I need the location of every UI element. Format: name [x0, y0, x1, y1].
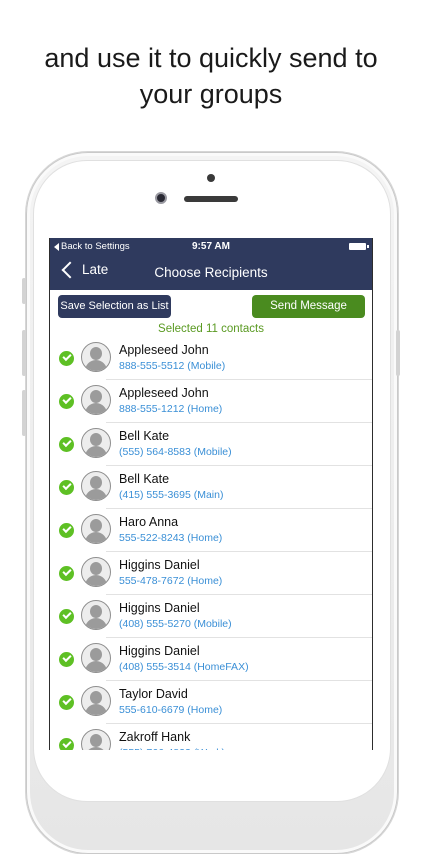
- person-head-icon: [90, 476, 102, 489]
- contact-phone: 888-555-1212 (Home): [119, 403, 223, 415]
- person-body-icon: [85, 704, 107, 715]
- checkmark-icon[interactable]: [59, 609, 74, 624]
- contact-row[interactable]: Appleseed John 888-555-1212 (Home): [50, 380, 372, 423]
- navigation-bar: Back to Settings 9:57 AM Late Choose Rec…: [50, 238, 372, 290]
- contact-phone: (415) 555-3695 (Main): [119, 489, 224, 501]
- checkmark-icon[interactable]: [59, 437, 74, 452]
- avatar: [81, 514, 111, 544]
- avatar: [81, 643, 111, 673]
- contact-phone: 555-478-7672 (Home): [119, 575, 223, 587]
- contact-row[interactable]: Taylor David 555-610-6679 (Home): [50, 681, 372, 724]
- avatar: [81, 428, 111, 458]
- contact-row[interactable]: Higgins Daniel (408) 555-3514 (HomeFAX): [50, 638, 372, 681]
- selected-count-label: Selected 11 contacts: [158, 323, 264, 335]
- contact-row[interactable]: Bell Kate (555) 564-8583 (Mobile): [50, 423, 372, 466]
- checkmark-icon[interactable]: [59, 695, 74, 710]
- contact-row[interactable]: Zakroff Hank(555) 766-4823 (Work): [50, 724, 372, 750]
- contact-name: Appleseed John: [119, 386, 209, 400]
- person-body-icon: [85, 661, 107, 672]
- person-body-icon: [85, 618, 107, 629]
- contact-phone: (408) 555-5270 (Mobile): [119, 618, 232, 630]
- avatar: [81, 385, 111, 415]
- marketing-caption: and use it to quickly send to your group…: [0, 40, 422, 112]
- contact-row[interactable]: Appleseed John 888-555-5512 (Mobile): [50, 337, 372, 380]
- contact-row[interactable]: Bell Kate (415) 555-3695 (Main): [50, 466, 372, 509]
- contact-phone: (408) 555-3514 (HomeFAX): [119, 661, 249, 673]
- contact-phone: 888-555-5512 (Mobile): [119, 360, 226, 372]
- phone-volume-up-button: [22, 330, 26, 376]
- page-title: Choose Recipients: [154, 265, 268, 280]
- avatar: [81, 600, 111, 630]
- checkmark-icon[interactable]: [59, 566, 74, 581]
- send-message-button[interactable]: Send Message: [252, 295, 365, 318]
- front-camera: [155, 192, 167, 204]
- contact-name: Higgins Daniel: [119, 644, 200, 658]
- checkmark-icon[interactable]: [59, 738, 74, 750]
- contact-name: Higgins Daniel: [119, 558, 200, 572]
- person-head-icon: [90, 691, 102, 704]
- person-head-icon: [90, 605, 102, 618]
- person-body-icon: [85, 360, 107, 371]
- person-head-icon: [90, 390, 102, 403]
- battery-icon: [349, 243, 369, 250]
- phone-volume-down-button: [22, 390, 26, 436]
- contact-phone: (555) 564-8583 (Mobile): [119, 446, 232, 458]
- caption-line-2: your groups: [139, 79, 283, 109]
- contact-name: Zakroff Hank: [119, 730, 191, 744]
- save-selection-button[interactable]: Save Selection as List: [58, 295, 171, 318]
- phone-screen: Back to Settings 9:57 AM Late Choose Rec…: [49, 238, 373, 750]
- person-head-icon: [90, 519, 102, 532]
- status-time: 9:57 AM: [192, 241, 230, 252]
- checkmark-icon[interactable]: [59, 652, 74, 667]
- contact-name: Bell Kate: [119, 429, 170, 443]
- contact-row[interactable]: Haro Anna 555-522-8243 (Home): [50, 509, 372, 552]
- contact-phone: 555-610-6679 (Home): [119, 704, 223, 716]
- contact-list: Appleseed John 888-555-5512 (Mobile) Apple…: [50, 337, 372, 750]
- checkmark-icon[interactable]: [59, 480, 74, 495]
- contact-phone: 555-522-8243 (Home): [119, 532, 223, 544]
- person-head-icon: [90, 648, 102, 661]
- person-body-icon: [85, 532, 107, 543]
- contact-row[interactable]: Higgins Daniel 555-478-7672 (Home): [50, 552, 372, 595]
- avatar: [81, 729, 111, 750]
- person-body-icon: [85, 575, 107, 586]
- checkmark-icon[interactable]: [59, 351, 74, 366]
- phone-side-button-left: [22, 278, 26, 304]
- avatar: [81, 686, 111, 716]
- contact-name: Appleseed John: [119, 343, 209, 357]
- recipient-toolbar: Save Selection as List Send Message Sele…: [50, 290, 372, 340]
- contact-name: Higgins Daniel: [119, 601, 200, 615]
- checkmark-icon[interactable]: [59, 523, 74, 538]
- person-head-icon: [90, 734, 102, 747]
- caption-line-1: and use it to quickly send to: [44, 43, 378, 73]
- person-head-icon: [90, 433, 102, 446]
- avatar: [81, 471, 111, 501]
- contact-name: Bell Kate: [119, 472, 170, 486]
- earpiece-speaker: [184, 196, 238, 202]
- person-body-icon: [85, 489, 107, 500]
- avatar: [81, 342, 111, 372]
- person-head-icon: [90, 347, 102, 360]
- proximity-sensor: [207, 174, 215, 182]
- person-body-icon: [85, 446, 107, 457]
- contact-row[interactable]: Higgins Daniel (408) 555-5270 (Mobile): [50, 595, 372, 638]
- contact-name: Haro Anna: [119, 515, 179, 529]
- person-body-icon: [85, 403, 107, 414]
- checkmark-icon[interactable]: [59, 394, 74, 409]
- contact-name: Taylor David: [119, 687, 188, 701]
- avatar: [81, 557, 111, 587]
- phone-power-button: [396, 330, 400, 376]
- person-head-icon: [90, 562, 102, 575]
